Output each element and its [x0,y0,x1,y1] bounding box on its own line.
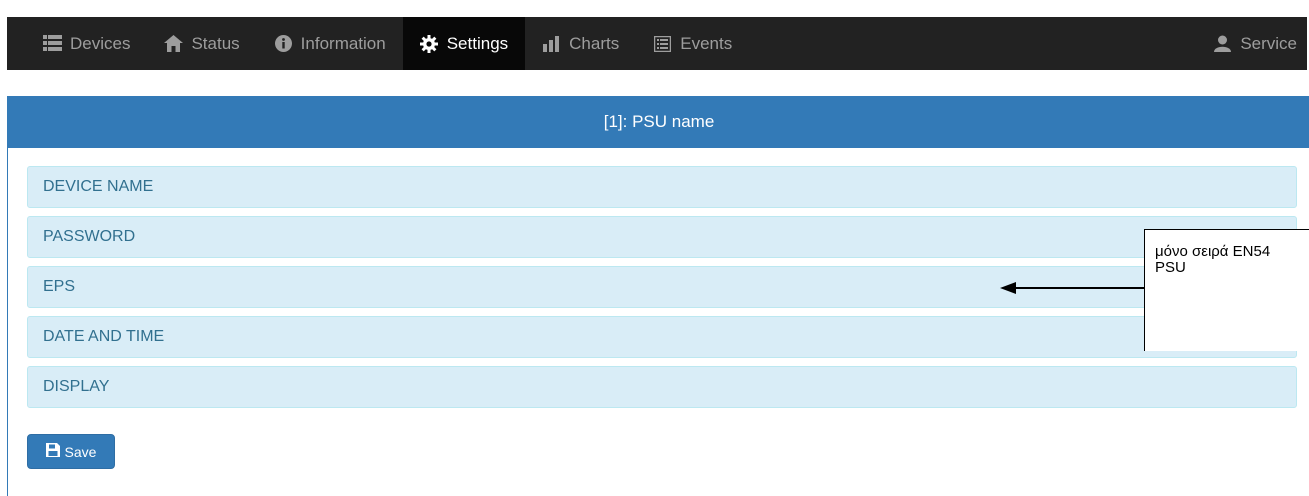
settings-row-password[interactable]: PASSWORD [27,216,1297,258]
nav-status[interactable]: Status [147,17,256,70]
nav-charts[interactable]: Charts [525,17,636,70]
list-alt-icon [653,34,672,53]
bar-chart-icon [542,34,561,53]
annotation-callout: μόνο σειρά EN54 PSU [1144,229,1309,351]
nav-events[interactable]: Events [636,17,749,70]
user-icon [1213,34,1232,53]
list-icon [43,34,62,53]
floppy-disk-icon [45,443,60,460]
info-circle-icon [274,34,293,53]
nav-settings-label: Settings [446,33,509,53]
nav-status-label: Status [191,33,240,53]
nav-charts-label: Charts [569,33,620,53]
home-icon [164,34,184,53]
gear-icon [420,34,439,53]
panel-title: [1]: PSU name [8,96,1309,148]
nav-user-label: Service [1240,33,1297,53]
settings-row-date-and-time[interactable]: DATE AND TIME [27,316,1297,358]
settings-row-display[interactable]: DISPLAY [27,366,1297,408]
nav-devices[interactable]: Devices [7,17,147,70]
nav-information[interactable]: Information [257,17,403,70]
annotation-line-2: PSU [1155,259,1186,276]
settings-row-device-name[interactable]: DEVICE NAME [27,166,1297,208]
nav-information-label: Information [300,33,386,53]
save-button[interactable]: Save [27,434,115,469]
nav-events-label: Events [680,33,733,53]
annotation-line-1: μόνο σειρά EN54 [1155,243,1271,260]
annotation-arrow [1000,282,1145,294]
nav-settings[interactable]: Settings [402,17,526,70]
save-label: Save [64,443,97,460]
nav-devices-label: Devices [70,33,131,53]
nav-user-service[interactable]: Service [1196,17,1307,70]
top-navbar: Devices Status Information Settings Char… [7,17,1307,70]
